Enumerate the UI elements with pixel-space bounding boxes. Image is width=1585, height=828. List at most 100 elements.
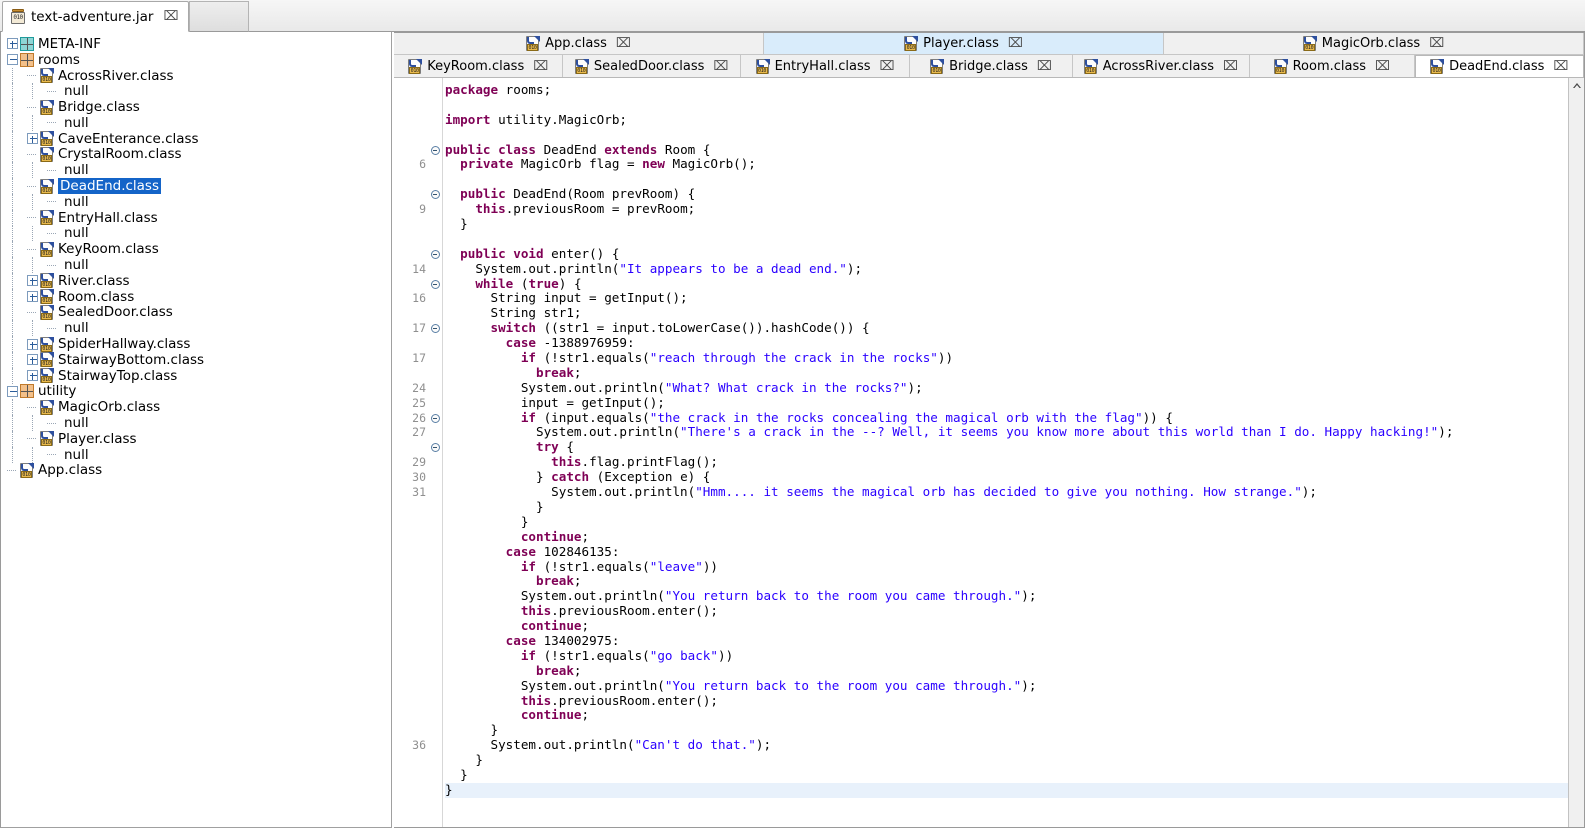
fold-marker-slot[interactable] [428, 187, 442, 202]
close-icon[interactable]: ⌧ [1375, 60, 1390, 73]
code-line[interactable]: private MagicOrb flag = new MagicOrb(); [445, 157, 1584, 172]
editor-tab-keyroom-class[interactable]: 010 KeyRoom.class ⌧ [394, 55, 564, 77]
tree-item-stairwaybottom-class[interactable]: 010 StairwayBottom.class [1, 352, 391, 368]
code-line[interactable] [445, 172, 1584, 187]
tree-item-crystalroom-class[interactable]: 010 CrystalRoom.class [1, 146, 391, 162]
code-line[interactable]: this.previousRoom.enter(); [445, 603, 1584, 619]
tree-item-null[interactable]: null [1, 162, 391, 178]
code-line[interactable]: package rooms; [445, 82, 1584, 98]
expand-icon[interactable] [27, 370, 38, 382]
tree-item-null[interactable]: null [1, 194, 391, 210]
editor-tab-sealeddoor-class[interactable]: 010 SealedDoor.class ⌧ [563, 55, 741, 77]
collapse-fold-icon[interactable] [430, 249, 440, 259]
code-text[interactable]: package rooms; import utility.MagicOrb; … [443, 78, 1584, 827]
tree-item-null[interactable]: null [1, 257, 391, 273]
tree-item-stairwaytop-class[interactable]: 010 StairwayTop.class [1, 368, 391, 384]
editor-tab-room-class[interactable]: 010 Room.class ⌧ [1250, 55, 1415, 77]
close-icon[interactable]: ⌧ [880, 60, 895, 73]
tree-item-meta-inf[interactable]: META-INF [1, 36, 391, 52]
code-line[interactable]: } [445, 752, 1584, 768]
code-line[interactable]: System.out.println("There's a crack in t… [445, 425, 1584, 440]
code-line[interactable]: System.out.println("What? What crack in … [445, 380, 1584, 396]
expand-icon[interactable] [27, 338, 38, 350]
tree-item-utility[interactable]: utility [1, 383, 391, 399]
code-line[interactable]: if (input.equals("the crack in the rocks… [445, 410, 1584, 426]
code-line[interactable]: continue; [445, 707, 1584, 723]
code-line[interactable]: if (!str1.equals("go back")) [445, 648, 1584, 664]
code-line[interactable]: } [445, 499, 1584, 515]
code-line[interactable]: this.flag.printFlag(); [445, 454, 1584, 470]
fold-marker-slot[interactable] [428, 247, 442, 262]
editor-tab-bridge-class[interactable]: 010 Bridge.class ⌧ [910, 55, 1073, 77]
collapse-fold-icon[interactable] [430, 443, 440, 453]
expand-icon[interactable] [27, 354, 38, 366]
code-line[interactable]: } [445, 722, 1584, 738]
code-line[interactable]: if (!str1.equals("reach through the crac… [445, 350, 1584, 366]
code-line[interactable]: continue; [445, 529, 1584, 545]
tree-item-null[interactable]: null [1, 320, 391, 336]
code-line[interactable]: } catch (Exception e) { [445, 469, 1584, 485]
fold-marker-column[interactable] [428, 78, 442, 827]
code-line[interactable]: continue; [445, 618, 1584, 634]
close-icon[interactable]: ⌧ [1037, 60, 1052, 73]
tree-item-null[interactable]: null [1, 225, 391, 241]
code-line[interactable]: System.out.println("You return back to t… [445, 588, 1584, 604]
code-line[interactable]: break; [445, 573, 1584, 589]
close-icon[interactable]: ⌧ [1553, 60, 1568, 73]
close-icon[interactable]: ⌧ [1429, 37, 1444, 50]
tree-item-caveenterance-class[interactable]: 010 CaveEnterance.class [1, 131, 391, 147]
code-line[interactable] [445, 232, 1584, 247]
tree-item-deadend-class[interactable]: 010 DeadEnd.class [1, 178, 391, 195]
code-line[interactable]: case 134002975: [445, 633, 1584, 649]
code-line[interactable]: case 102846135: [445, 544, 1584, 560]
code-line[interactable]: } [445, 216, 1584, 232]
tree-item-sealeddoor-class[interactable]: 010 SealedDoor.class [1, 304, 391, 320]
code-line[interactable]: } [445, 782, 1584, 798]
code-line[interactable]: } [445, 514, 1584, 530]
code-line[interactable]: switch ((str1 = input.toLowerCase()).has… [445, 320, 1584, 336]
tree-item-null[interactable]: null [1, 415, 391, 431]
code-line[interactable]: break; [445, 365, 1584, 381]
tree-item-bridge-class[interactable]: 010 Bridge.class [1, 99, 391, 115]
fold-marker-slot[interactable] [428, 143, 442, 158]
code-line[interactable] [445, 128, 1584, 143]
code-line[interactable]: try { [445, 439, 1584, 455]
close-icon[interactable]: ⌧ [616, 37, 631, 50]
code-line[interactable]: String input = getInput(); [445, 291, 1584, 306]
code-line[interactable]: this.previousRoom.enter(); [445, 693, 1584, 709]
editor-tab-acrossriver-class[interactable]: 010 AcrossRiver.class ⌧ [1072, 55, 1251, 77]
code-line[interactable]: System.out.println("It appears to be a d… [445, 261, 1584, 277]
jar-tree-panel[interactable]: META-INF rooms 010 AcrossRiver.class null 010… [0, 32, 392, 828]
scroll-up-arrow[interactable] [1569, 78, 1584, 94]
tree-item-null[interactable]: null [1, 83, 391, 99]
close-icon[interactable]: ⌧ [713, 60, 728, 73]
editor-tab-magicorb-class[interactable]: 010 MagicOrb.class ⌧ [1164, 33, 1584, 54]
code-line[interactable] [445, 98, 1584, 113]
code-line[interactable]: System.out.println("You return back to t… [445, 678, 1584, 694]
tree-item-app-class[interactable]: 010 App.class [1, 462, 391, 478]
close-icon[interactable]: ⌧ [1223, 60, 1238, 73]
vertical-scrollbar[interactable] [1568, 78, 1584, 827]
editor-tab-player-class[interactable]: 010 Player.class ⌧ [764, 33, 1164, 54]
collapse-fold-icon[interactable] [430, 190, 440, 200]
tree-item-player-class[interactable]: 010 Player.class [1, 431, 391, 447]
tree-item-entryhall-class[interactable]: 010 EntryHall.class [1, 210, 391, 226]
expand-icon[interactable] [27, 291, 38, 303]
tree-item-null[interactable]: null [1, 447, 391, 463]
code-line[interactable]: String str1; [445, 305, 1584, 321]
code-line[interactable]: import utility.MagicOrb; [445, 112, 1584, 128]
expand-icon[interactable] [7, 38, 18, 50]
tree-item-rooms[interactable]: rooms [1, 52, 391, 68]
tree-item-spiderhallway-class[interactable]: 010 SpiderHallway.class [1, 336, 391, 352]
code-line[interactable]: case -1388976959: [445, 335, 1584, 351]
fold-marker-slot[interactable] [428, 277, 442, 292]
jar-tab-text-adventure[interactable]: 010 text-adventure.jar ⌧ [2, 1, 190, 32]
collapse-icon[interactable] [7, 54, 18, 66]
collapse-icon[interactable] [7, 385, 18, 397]
collapse-fold-icon[interactable] [430, 413, 440, 423]
editor-tab-app-class[interactable]: 010 App.class ⌧ [394, 33, 764, 54]
tree-item-river-class[interactable]: 010 River.class [1, 273, 391, 289]
code-line[interactable]: input = getInput(); [445, 395, 1584, 411]
tree-item-keyroom-class[interactable]: 010 KeyRoom.class [1, 241, 391, 257]
code-line[interactable]: System.out.println("Can't do that."); [445, 737, 1584, 753]
